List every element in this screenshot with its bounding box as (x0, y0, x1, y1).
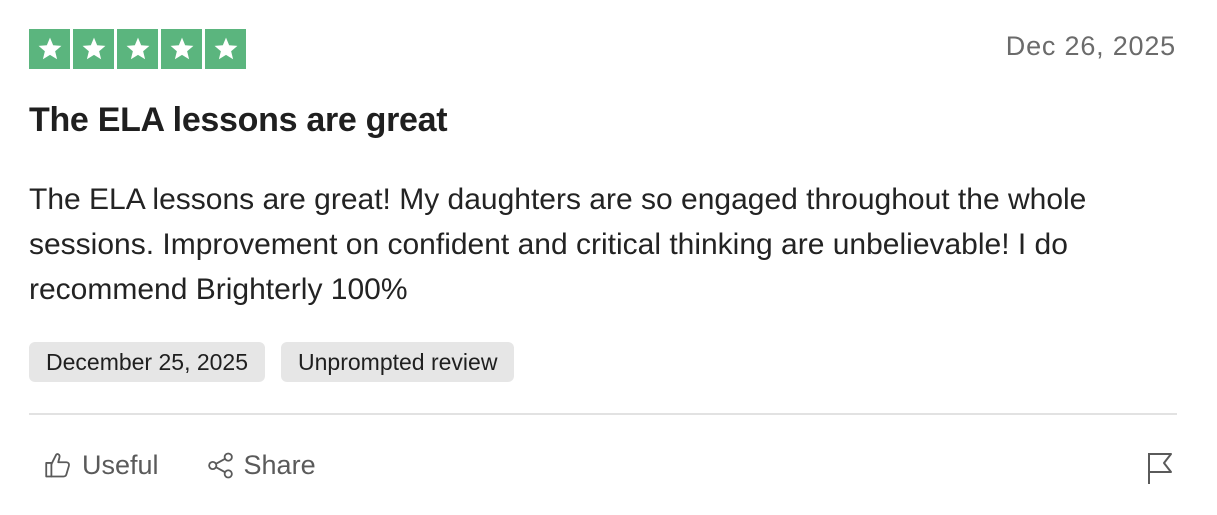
flag-icon (1145, 451, 1175, 485)
star-icon (117, 29, 158, 69)
star-icon (29, 29, 70, 69)
divider (29, 413, 1177, 415)
star-icon (205, 29, 246, 69)
review-date: Dec 26, 2025 (1005, 31, 1176, 61)
useful-button[interactable]: Useful (43, 450, 159, 481)
review-actions: Useful Share (43, 450, 316, 481)
share-button[interactable]: Share (205, 450, 316, 481)
share-label: Share (243, 450, 316, 480)
thumbs-up-icon (43, 450, 74, 481)
review-card: Dec 26, 2025 The ELA lessons are great T… (0, 0, 1217, 515)
star-rating (29, 29, 246, 69)
review-body: The ELA lessons are great! My daughters … (29, 183, 1087, 306)
report-button[interactable] (1145, 451, 1175, 485)
review-title: The ELA lessons are great (29, 101, 448, 139)
review-tags: December 25, 2025 Unprompted review (29, 342, 515, 382)
unprompted-review-tag[interactable]: Unprompted review (281, 342, 515, 382)
star-icon (73, 29, 114, 69)
share-icon (205, 450, 236, 481)
star-icon (161, 29, 202, 69)
experience-date-tag: December 25, 2025 (29, 342, 266, 382)
useful-label: Useful (82, 450, 159, 480)
